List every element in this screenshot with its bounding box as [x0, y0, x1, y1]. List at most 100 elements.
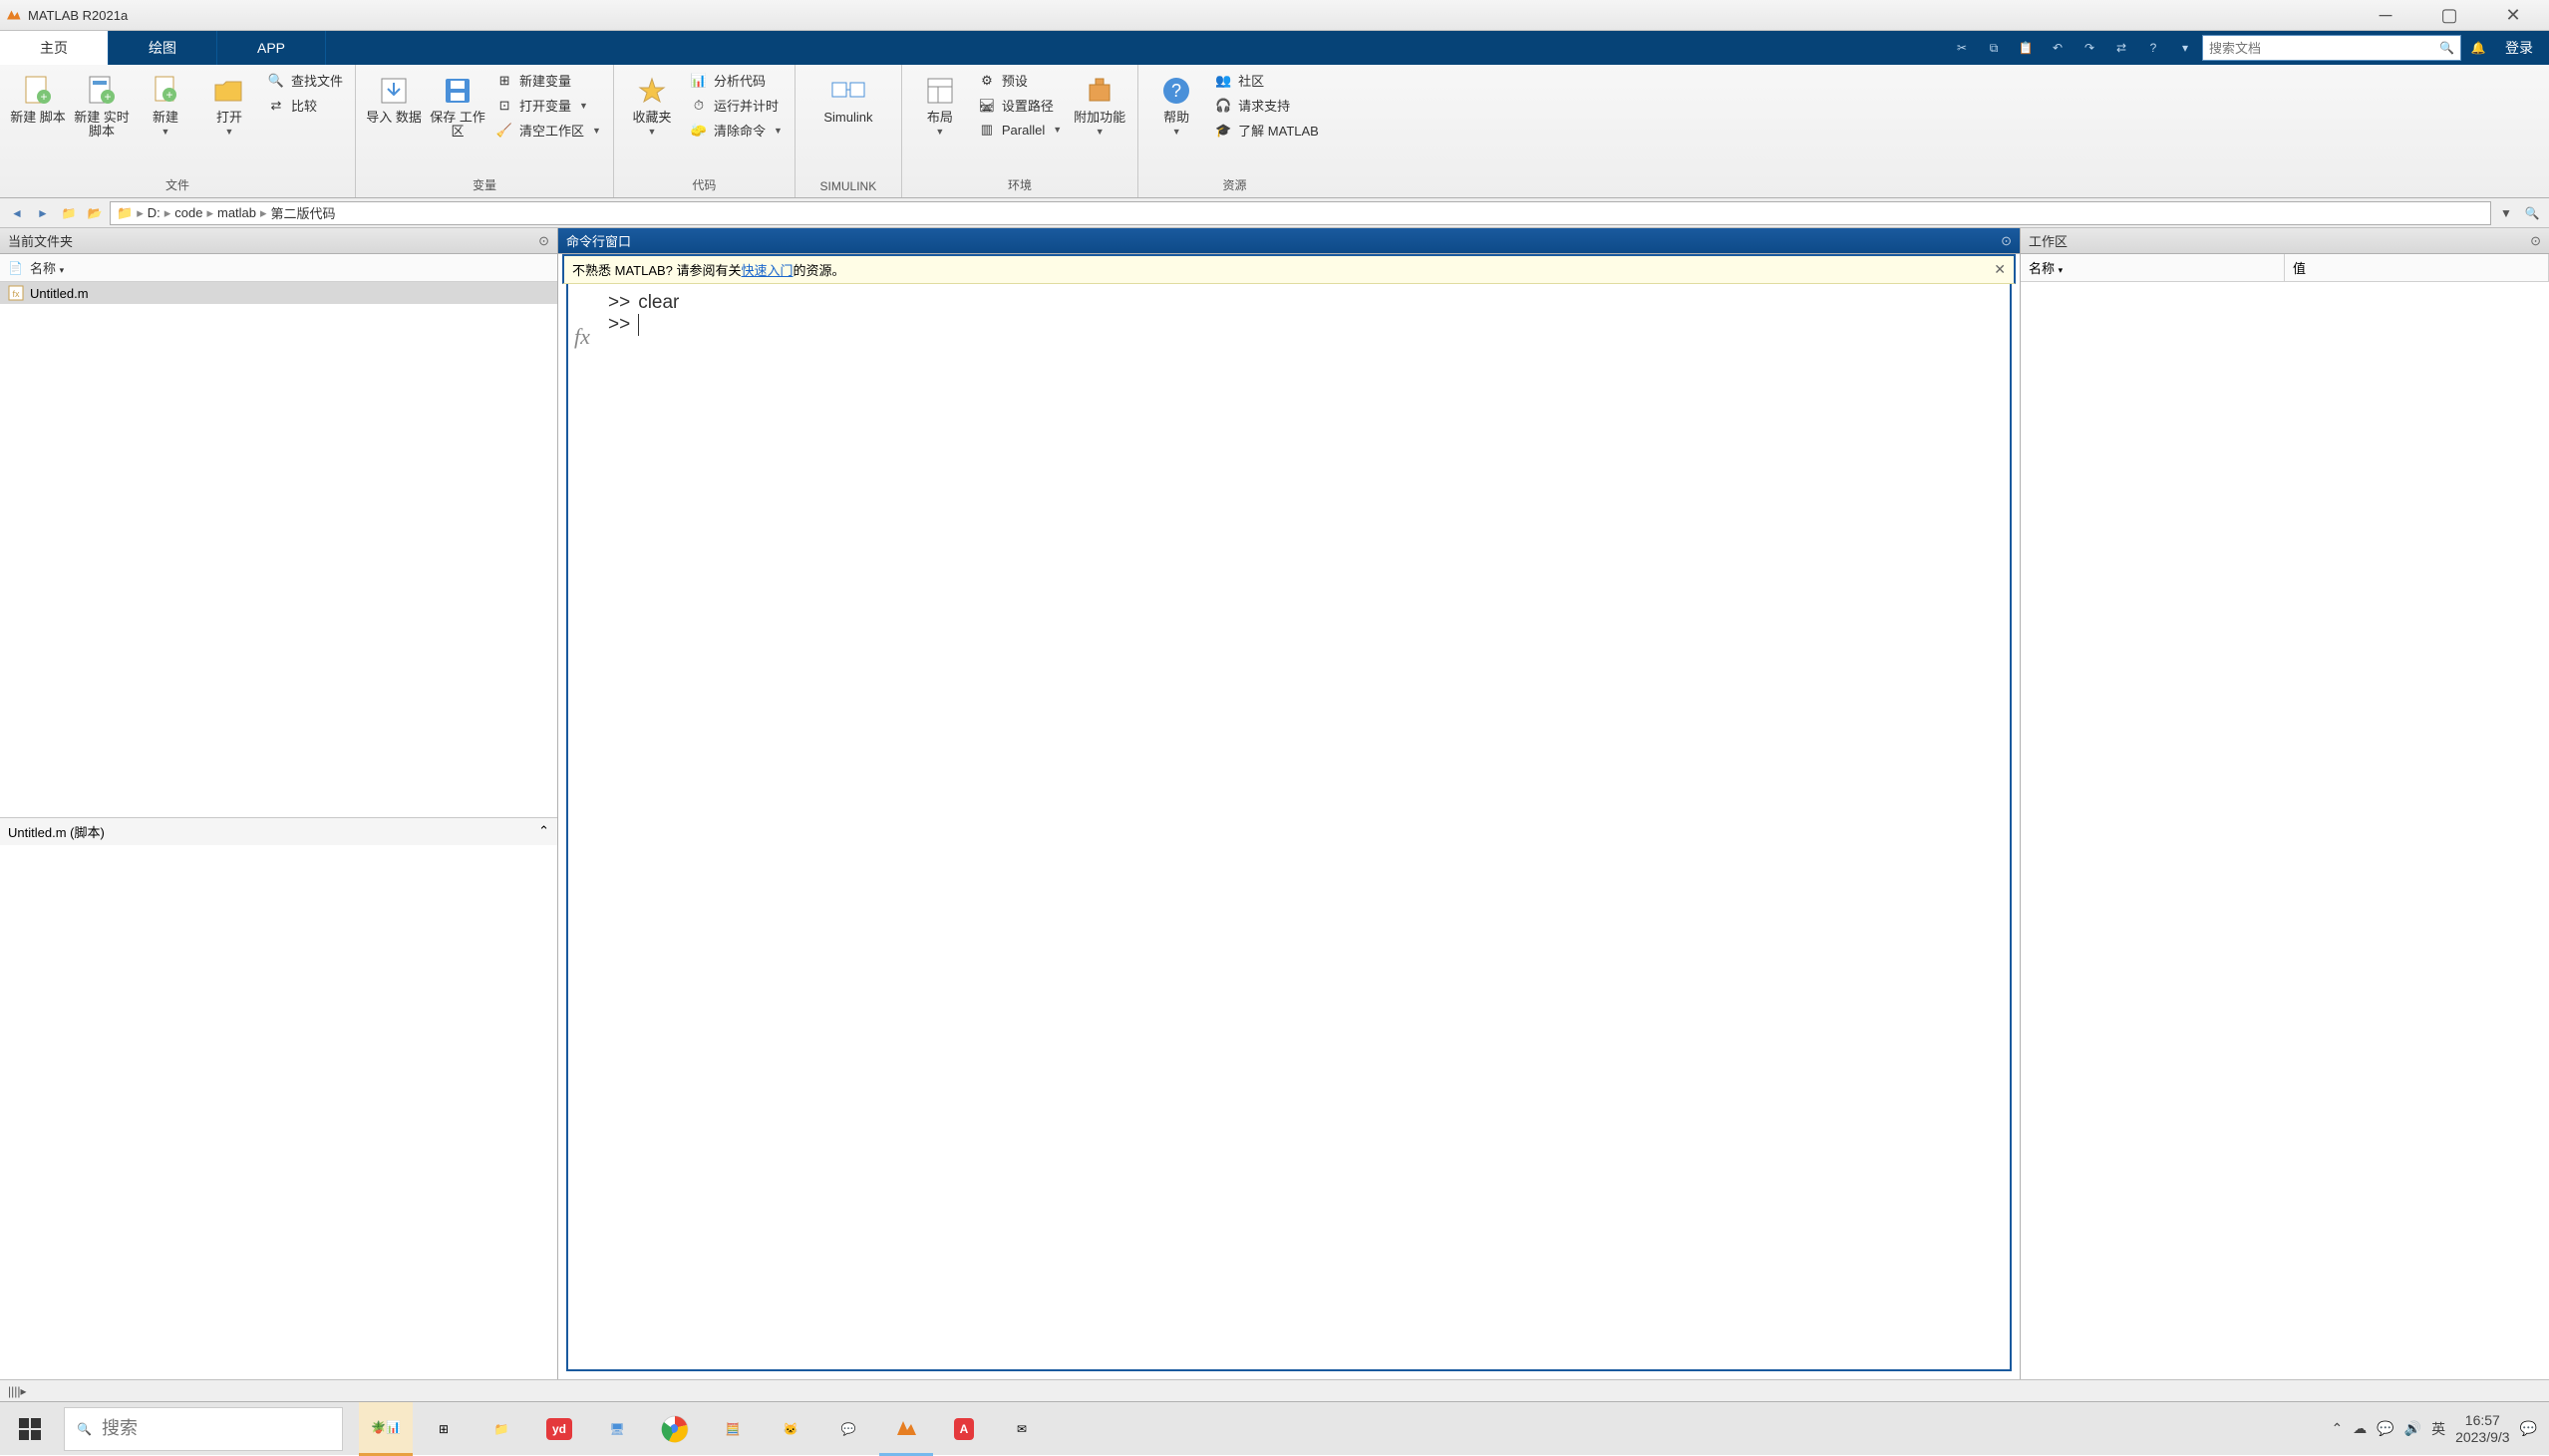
task-view-button[interactable]: ⊞ — [417, 1402, 471, 1456]
analyze-code-button[interactable]: 📊分析代码 — [686, 69, 787, 92]
doc-search-input[interactable] — [2209, 41, 2439, 56]
redo-icon[interactable]: ↷ — [2074, 33, 2104, 63]
name-column[interactable]: 名称 ▾ — [30, 258, 64, 277]
taskbar-search[interactable]: 🔍 — [64, 1407, 343, 1451]
panel-menu-icon[interactable]: ⊙ — [538, 233, 549, 249]
expand-icon[interactable]: ▾ — [2170, 33, 2200, 63]
new-button[interactable]: + 新建 ▼ — [136, 69, 195, 141]
taskbar-app-1[interactable]: 🪴📊 — [359, 1402, 413, 1456]
address-path[interactable]: 📁 ▸ D: ▸ code ▸ matlab ▸ 第二版代码 — [110, 201, 2491, 225]
set-path-button[interactable]: 🛤设置路径 — [974, 94, 1066, 117]
search-icon[interactable]: 🔍 — [2439, 41, 2454, 55]
paste-icon[interactable]: 📋 — [2011, 33, 2041, 63]
command-prompt-line[interactable]: >> — [572, 314, 2006, 336]
learn-matlab-button[interactable]: 🎓了解 MATLAB — [1210, 119, 1323, 142]
layout-button[interactable]: 布局 ▼ — [910, 69, 970, 141]
matlab-taskbar[interactable] — [879, 1402, 933, 1456]
new-variable-button[interactable]: ⊞新建变量 — [491, 69, 605, 92]
mail-app[interactable]: ✉ — [995, 1402, 1049, 1456]
back-button[interactable]: ◄ — [6, 202, 28, 224]
taskbar-app-dark[interactable]: 🐱 — [764, 1402, 817, 1456]
tab-apps[interactable]: APP — [217, 31, 326, 65]
ime-indicator[interactable]: 英 — [2431, 1419, 2445, 1439]
bell-icon[interactable]: 🔔 — [2463, 33, 2493, 63]
ws-name-column[interactable]: 名称 ▾ — [2021, 254, 2285, 281]
parallel-button[interactable]: ▥Parallel▼ — [974, 119, 1066, 141]
compare-button[interactable]: ⇄比较 — [263, 94, 347, 117]
command-window-body[interactable]: >> clear fx >> — [566, 284, 2012, 1371]
open-button[interactable]: 打开 ▼ — [199, 69, 259, 141]
ws-value-column[interactable]: 值 — [2285, 254, 2549, 281]
clear-commands-button[interactable]: 🧽清除命令▼ — [686, 119, 787, 142]
addons-button[interactable]: 附加功能 ▼ — [1070, 69, 1129, 141]
path-segment[interactable]: code — [174, 205, 202, 220]
maximize-button[interactable]: ▢ — [2417, 0, 2481, 31]
onedrive-icon[interactable]: ☁ — [2353, 1420, 2367, 1437]
clear-ws-icon: 🧹 — [495, 122, 513, 140]
favorites-button[interactable]: 收藏夹 ▼ — [622, 69, 682, 141]
find-files-button[interactable]: 🔍查找文件 — [263, 69, 347, 92]
request-support-button[interactable]: 🎧请求支持 — [1210, 94, 1323, 117]
open-variable-button[interactable]: ⊡打开变量▼ — [491, 94, 605, 117]
svg-text:+: + — [165, 88, 172, 102]
ribbon-group-file: + 新建 脚本 + 新建 实时脚本 + 新建 ▼ 打开 ▼ 🔍查找文件 ⇄比较 — [0, 65, 356, 197]
switch-windows-icon[interactable]: ⇄ — [2106, 33, 2136, 63]
run-and-time-button[interactable]: ⏱运行并计时 — [686, 94, 787, 117]
copy-icon[interactable]: ⧉ — [1979, 33, 2009, 63]
chevron-down-icon: ▼ — [935, 127, 944, 137]
clock[interactable]: 16:57 2023/9/3 — [2455, 1412, 2510, 1446]
workspace-body[interactable] — [2021, 282, 2549, 1379]
cut-icon[interactable]: ✂ — [1947, 33, 1977, 63]
speech-icon[interactable]: 💬 — [2377, 1420, 2393, 1437]
path-segment[interactable]: matlab — [217, 205, 256, 220]
chrome-app[interactable] — [648, 1402, 702, 1456]
new-icon: + — [148, 73, 183, 109]
save-workspace-button[interactable]: 保存 工作区 — [428, 69, 487, 144]
file-list[interactable]: fx Untitled.m — [0, 282, 557, 817]
fx-icon[interactable]: fx — [574, 324, 590, 350]
simulink-button[interactable]: Simulink — [803, 69, 893, 129]
tray-expand-icon[interactable]: ⌃ — [2331, 1420, 2343, 1437]
import-data-button[interactable]: 导入 数据 — [364, 69, 424, 129]
quick-start-link[interactable]: 快速入门 — [742, 260, 794, 279]
clear-workspace-button[interactable]: 🧹清空工作区▼ — [491, 119, 605, 142]
taskbar-app-blue[interactable]: 🖥 — [590, 1402, 644, 1456]
undo-icon[interactable]: ↶ — [2043, 33, 2072, 63]
forward-button[interactable]: ► — [32, 202, 54, 224]
new-script-button[interactable]: + 新建 脚本 — [8, 69, 68, 129]
address-dropdown[interactable]: ▼ — [2495, 206, 2517, 220]
doc-search[interactable]: 🔍 — [2202, 35, 2461, 61]
current-folder-header[interactable]: 当前文件夹 ⊙ — [0, 228, 557, 254]
path-segment[interactable]: 第二版代码 — [271, 203, 336, 222]
youdao-app[interactable]: yd — [532, 1402, 586, 1456]
banner-close-button[interactable]: ✕ — [1994, 261, 2006, 278]
close-button[interactable]: ✕ — [2481, 0, 2545, 31]
help-button[interactable]: ? 帮助 ▼ — [1146, 69, 1206, 141]
minimize-button[interactable]: ─ — [2354, 0, 2417, 31]
tab-plots[interactable]: 绘图 — [109, 31, 217, 65]
path-segment[interactable]: D: — [148, 205, 160, 220]
login-link[interactable]: 登录 — [2495, 38, 2543, 58]
panel-menu-icon[interactable]: ⊙ — [2001, 233, 2012, 249]
help-icon[interactable]: ? — [2138, 33, 2168, 63]
calculator-app[interactable]: 🧮 — [706, 1402, 760, 1456]
wechat-app[interactable]: 💬 — [821, 1402, 875, 1456]
volume-icon[interactable]: 🔊 — [2404, 1420, 2421, 1437]
community-button[interactable]: 👥社区 — [1210, 69, 1323, 92]
new-live-script-button[interactable]: + 新建 实时脚本 — [72, 69, 132, 144]
notifications-icon[interactable]: 💬 — [2520, 1420, 2537, 1437]
start-button[interactable] — [0, 1402, 60, 1456]
taskbar-search-input[interactable] — [102, 1418, 333, 1439]
tab-home[interactable]: 主页 — [0, 31, 109, 65]
file-row[interactable]: fx Untitled.m — [0, 282, 557, 304]
browse-button[interactable]: 📂 — [84, 202, 106, 224]
file-explorer-button[interactable]: 📁 — [475, 1402, 528, 1456]
acrobat-app[interactable]: A — [937, 1402, 991, 1456]
panel-menu-icon[interactable]: ⊙ — [2530, 233, 2541, 249]
up-folder-button[interactable]: 📁 — [58, 202, 80, 224]
collapse-icon[interactable]: ⌃ — [538, 823, 549, 839]
preferences-button[interactable]: ⚙预设 — [974, 69, 1066, 92]
address-search-icon[interactable]: 🔍 — [2521, 202, 2543, 224]
command-window-header[interactable]: 命令行窗口 ⊙ — [558, 228, 2020, 254]
workspace-header[interactable]: 工作区 ⊙ — [2021, 228, 2549, 254]
